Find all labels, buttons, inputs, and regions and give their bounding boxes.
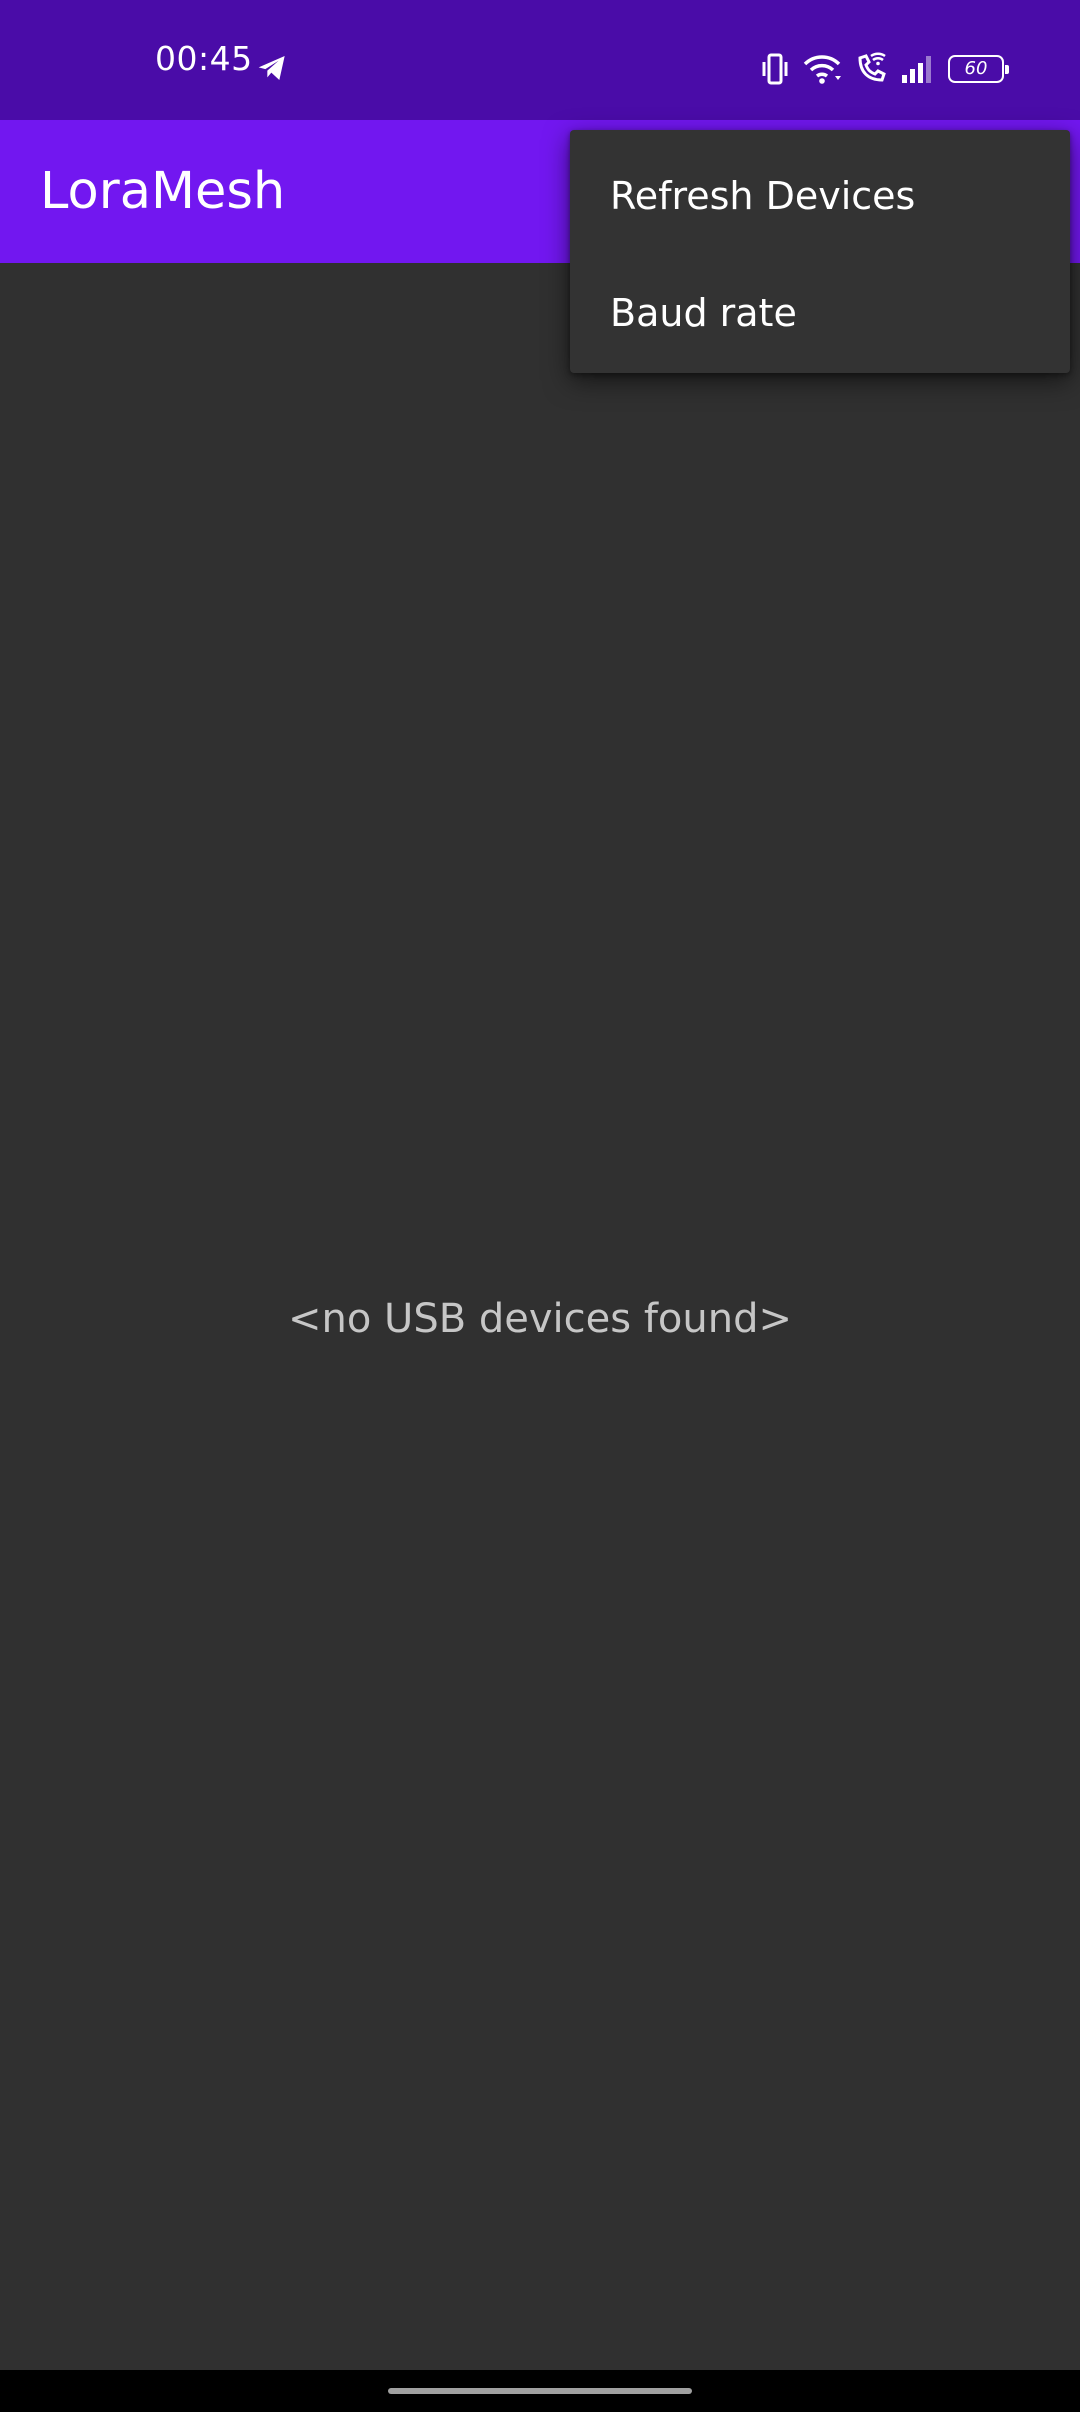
- telegram-icon: [256, 52, 288, 84]
- battery-icon: 60: [948, 55, 1009, 83]
- screen: 00:45 60 LoraMesh <no USB devices found>…: [0, 0, 1080, 2412]
- overflow-menu: Refresh Devices Baud rate: [570, 130, 1070, 373]
- menu-item-baud-rate[interactable]: Baud rate: [570, 252, 1070, 373]
- home-gesture-handle[interactable]: [388, 2388, 692, 2394]
- vibrate-icon: [760, 52, 790, 86]
- navigation-bar: [0, 2370, 1080, 2412]
- status-bar: 00:45 60: [0, 0, 1080, 120]
- wifi-calling-icon: [854, 52, 888, 86]
- app-title: LoraMesh: [40, 162, 286, 221]
- menu-item-refresh-devices[interactable]: Refresh Devices: [570, 140, 1070, 252]
- status-time: 00:45: [155, 39, 253, 78]
- wifi-icon: [802, 52, 842, 86]
- empty-state-message: <no USB devices found>: [288, 1296, 792, 1342]
- signal-icon: [900, 54, 936, 84]
- status-icons: 60: [760, 49, 1009, 89]
